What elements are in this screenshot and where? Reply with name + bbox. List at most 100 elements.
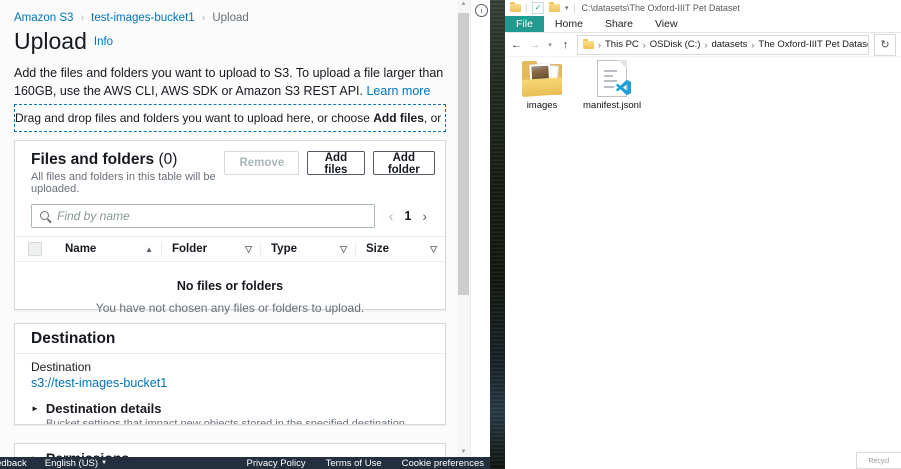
file-explorer-window: ✓ ▾ C:\datasets\The Oxford-IIIT Pet Data… [505, 0, 901, 469]
pagination: ‹ 1 › [389, 208, 431, 224]
screen: Amazon S3 › test-images-bucket1 › Upload… [0, 0, 901, 469]
empty-state-title: No files or folders [15, 279, 445, 293]
ribbon-tab-bar: File Home Share View [505, 16, 901, 33]
chevron-right-icon: › [80, 12, 84, 24]
address-segment-datasets[interactable]: datasets [711, 39, 747, 50]
partial-tooltip: Recycl [856, 452, 901, 469]
table-header-row: Name▲ Folder▽ Type▽ Size▽ [15, 236, 445, 262]
page-title-text: Upload [14, 28, 87, 54]
titlebar-divider [526, 3, 527, 13]
recent-locations-icon[interactable]: ▾ [546, 41, 554, 49]
up-button[interactable]: ↑ [559, 39, 572, 51]
column-label: Folder [172, 243, 207, 255]
explorer-navbar: ← → ▾ ↑ › This PC › OSDisk (C:) › datase… [505, 33, 901, 57]
info-icon[interactable]: i [475, 4, 488, 17]
jsonl-document-icon [597, 60, 627, 97]
tab-view[interactable]: View [644, 16, 689, 32]
files-count: (0) [158, 151, 177, 168]
filter-icon: ▽ [340, 244, 347, 255]
breadcrumb: Amazon S3 › test-images-bucket1 › Upload [14, 12, 249, 24]
address-folder-icon [583, 41, 594, 49]
feedback-button[interactable]: Feedback [0, 458, 27, 469]
tab-file[interactable]: File [505, 16, 544, 32]
text-line [604, 70, 617, 72]
tab-share[interactable]: Share [594, 16, 644, 32]
files-panel-title: Files and folders (0) [31, 151, 224, 169]
address-bar[interactable]: › This PC › OSDisk (C:) › datasets › The… [577, 35, 869, 55]
column-header-size[interactable]: Size ▽ [356, 237, 445, 261]
language-selector[interactable]: English (US)▼ [45, 458, 107, 469]
empty-state-subtitle: You have not chosen any files or folders… [15, 301, 445, 315]
files-and-folders-card: Files and folders (0) All files and fold… [14, 140, 446, 310]
folder-with-photos-icon [520, 59, 564, 97]
address-segment-this-pc[interactable]: This PC [605, 39, 639, 50]
next-page-icon[interactable]: › [422, 208, 427, 224]
explorer-content-area: images manifest.jsonl Recycl [505, 57, 901, 469]
back-button[interactable]: ← [510, 39, 523, 51]
destination-details-title: Destination details [46, 401, 162, 416]
quick-access-customize-icon[interactable]: ▾ [565, 4, 569, 12]
breadcrumb-link-bucket[interactable]: test-images-bucket1 [91, 12, 195, 24]
explorer-app-icon [510, 4, 521, 12]
column-header-type[interactable]: Type▽ [261, 237, 355, 261]
chevron-icon: › [704, 40, 707, 50]
destination-card-title: Destination [15, 324, 445, 354]
folder-item-images[interactable]: images [513, 59, 571, 111]
select-all-checkbox[interactable] [28, 242, 42, 256]
cookie-preferences-link[interactable]: Cookie preferences [402, 458, 484, 469]
vscode-badge-icon [616, 80, 631, 95]
destination-bucket-link[interactable]: s3://test-images-bucket1 [31, 376, 167, 390]
text-line [604, 75, 613, 77]
search-icon [40, 211, 49, 220]
column-label: Name [65, 243, 96, 255]
refresh-button[interactable]: ↻ [874, 34, 896, 56]
search-box [31, 204, 375, 228]
terms-of-use-link[interactable]: Terms of Use [326, 458, 382, 469]
column-header-name[interactable]: Name▲ [55, 237, 161, 261]
previous-page-icon[interactable]: ‹ [389, 208, 394, 224]
info-link[interactable]: Info [94, 36, 113, 48]
learn-more-text: Learn more [366, 84, 430, 98]
privacy-policy-link[interactable]: Privacy Policy [247, 458, 306, 469]
files-panel-subtitle: All files and folders in this table will… [31, 171, 224, 195]
breadcrumb-link-amazon-s3[interactable]: Amazon S3 [14, 12, 73, 24]
filter-icon: ▽ [430, 244, 437, 255]
explorer-titlebar: ✓ ▾ C:\datasets\The Oxford-IIIT Pet Data… [505, 0, 901, 16]
dropzone-add-folders-text: Add folders [445, 111, 446, 125]
destination-details-toggle[interactable]: ► Destination details [31, 401, 429, 416]
add-files-button[interactable]: Add files [307, 151, 364, 175]
item-label: images [513, 100, 571, 111]
aws-console-footer: Feedback English (US)▼ Privacy Policy Te… [0, 457, 490, 469]
quick-access-properties-icon[interactable]: ✓ [532, 2, 544, 14]
window-title: C:\datasets\The Oxford-IIIT Pet Dataset [582, 3, 740, 13]
chevron-icon: › [643, 40, 646, 50]
current-page-number[interactable]: 1 [404, 209, 411, 223]
destination-label: Destination [31, 361, 429, 374]
page-title: Upload Info [14, 28, 113, 55]
forward-button[interactable]: → [528, 39, 541, 51]
dropzone-text: Drag and drop files and folders you want… [15, 111, 373, 125]
files-panel-title-text: Files and folders [31, 151, 154, 168]
add-folder-button[interactable]: Add folder [373, 151, 435, 175]
find-by-name-input[interactable] [31, 204, 375, 228]
tab-home[interactable]: Home [544, 16, 594, 32]
column-label: Size [366, 243, 389, 255]
aws-s3-upload-page: Amazon S3 › test-images-bucket1 › Upload… [0, 0, 490, 469]
address-segment-osdisk-c[interactable]: OSDisk (C:) [650, 39, 701, 50]
file-item-manifest-jsonl[interactable]: manifest.jsonl [583, 59, 641, 111]
destination-details-subtitle: Bucket settings that impact new objects … [46, 418, 429, 425]
address-segment-pet-dataset[interactable]: The Oxford-IIIT Pet Dataset [758, 39, 869, 50]
drag-and-drop-zone[interactable]: Drag and drop files and folders you want… [14, 104, 446, 132]
remove-button[interactable]: Remove [224, 151, 299, 175]
empty-state: No files or folders You have not chosen … [15, 262, 445, 315]
column-header-folder[interactable]: Folder▽ [162, 237, 260, 261]
help-panel-rail: i [470, 0, 490, 457]
caret-right-icon: ► [31, 404, 39, 413]
quick-access-new-folder-icon[interactable] [549, 4, 560, 12]
scroll-up-icon[interactable]: ▲ [457, 1, 470, 7]
scrollbar-thumb[interactable] [458, 13, 469, 295]
breadcrumb-current: Upload [212, 12, 248, 24]
item-label: manifest.jsonl [583, 100, 641, 111]
chevron-right-icon: › [202, 12, 206, 24]
scroll-down-icon[interactable]: ▼ [457, 449, 470, 455]
